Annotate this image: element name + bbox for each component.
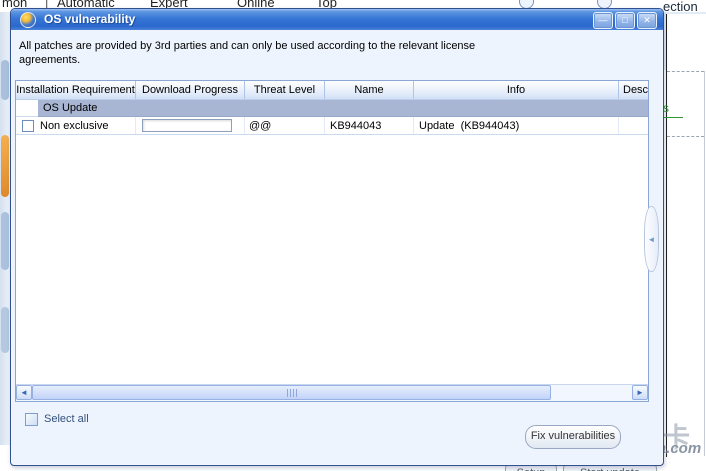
bg-left-blob <box>1 307 9 353</box>
close-button[interactable]: ✕ <box>637 12 657 29</box>
cell-download-progress <box>136 117 245 134</box>
minimize-button[interactable]: — <box>593 12 613 29</box>
chevron-left-icon: ◄ <box>647 234 656 244</box>
cell-installation-requirement: Non exclusive <box>16 117 136 134</box>
column-header-installation-requirement[interactable]: Installation Requirement <box>16 81 136 99</box>
select-all-checkbox[interactable] <box>25 413 38 426</box>
bg-left-blob <box>1 60 9 100</box>
scroll-right-button[interactable]: ► <box>632 385 648 400</box>
row-checkbox[interactable] <box>22 119 34 132</box>
table-header: Installation Requirement Download Progre… <box>16 81 648 100</box>
dialog-titlebar[interactable]: OS vulnerability — □ ✕ <box>11 9 663 30</box>
scrollbar-grip-icon <box>286 388 297 397</box>
bg-left-strip <box>0 12 10 445</box>
column-header-info[interactable]: Info <box>414 81 619 99</box>
group-row-label: OS Update <box>38 100 648 117</box>
cell-name: KB944043 <box>325 117 414 134</box>
cell-threat-level: @@ <box>245 117 325 134</box>
os-vulnerability-dialog: OS vulnerability — □ ✕ All patches are p… <box>10 8 664 466</box>
installation-requirement-value: Non exclusive <box>40 119 109 132</box>
maximize-button[interactable]: □ <box>615 12 635 29</box>
license-notice-line1: All patches are provided by 3rd parties … <box>19 40 476 52</box>
column-header-name[interactable]: Name <box>325 81 414 99</box>
group-row-os-update: OS Update <box>16 100 648 117</box>
bg-bottom-button-label: Start update <box>564 467 656 471</box>
bg-bottom-button-label: Setup <box>506 467 556 471</box>
bg-right-panel <box>666 14 706 457</box>
cell-info: Update (KB944043) <box>414 117 619 134</box>
table-row[interactable]: Non exclusive @@ KB944043 Update (KB9440… <box>16 117 648 135</box>
threat-level-value: @@ <box>249 119 272 132</box>
license-notice-line2: agreements. <box>19 54 81 66</box>
rising-logo-icon <box>20 12 36 28</box>
window-controls: — □ ✕ <box>593 12 657 29</box>
screen: mon | Automatic Expert Online Top ection… <box>0 0 706 471</box>
bg-green-link-fragment[interactable]: s <box>663 101 683 118</box>
scroll-left-button[interactable]: ◄ <box>16 385 32 400</box>
bg-dashed-divider <box>667 71 704 72</box>
download-progress-bar <box>142 119 232 132</box>
select-all-label: Select all <box>44 413 89 425</box>
chevron-left-icon: ◄ <box>20 388 28 397</box>
bg-panel-edge <box>704 71 705 456</box>
horizontal-scrollbar[interactable]: ◄ ► <box>16 384 648 401</box>
panel-collapse-handle[interactable]: ◄ <box>644 206 659 272</box>
name-value: KB944043 <box>330 119 382 132</box>
group-row-gutter <box>16 100 38 117</box>
bg-left-blob <box>1 212 9 270</box>
column-header-download-progress[interactable]: Download Progress <box>136 81 245 99</box>
bg-dashed-divider <box>667 136 704 137</box>
column-header-threat-level[interactable]: Threat Level <box>245 81 325 99</box>
dialog-title: OS vulnerability <box>44 12 136 26</box>
patch-table: Installation Requirement Download Progre… <box>15 80 649 402</box>
column-header-desc[interactable]: Desc <box>619 81 648 99</box>
bg-left-blob-orange <box>1 135 9 197</box>
scrollbar-thumb[interactable] <box>32 385 551 400</box>
fix-vulnerabilities-button[interactable]: Fix vulnerabilities <box>525 425 621 449</box>
info-value: Update (KB944043) <box>419 119 520 132</box>
chevron-right-icon: ► <box>636 388 644 397</box>
cell-desc <box>619 117 648 134</box>
